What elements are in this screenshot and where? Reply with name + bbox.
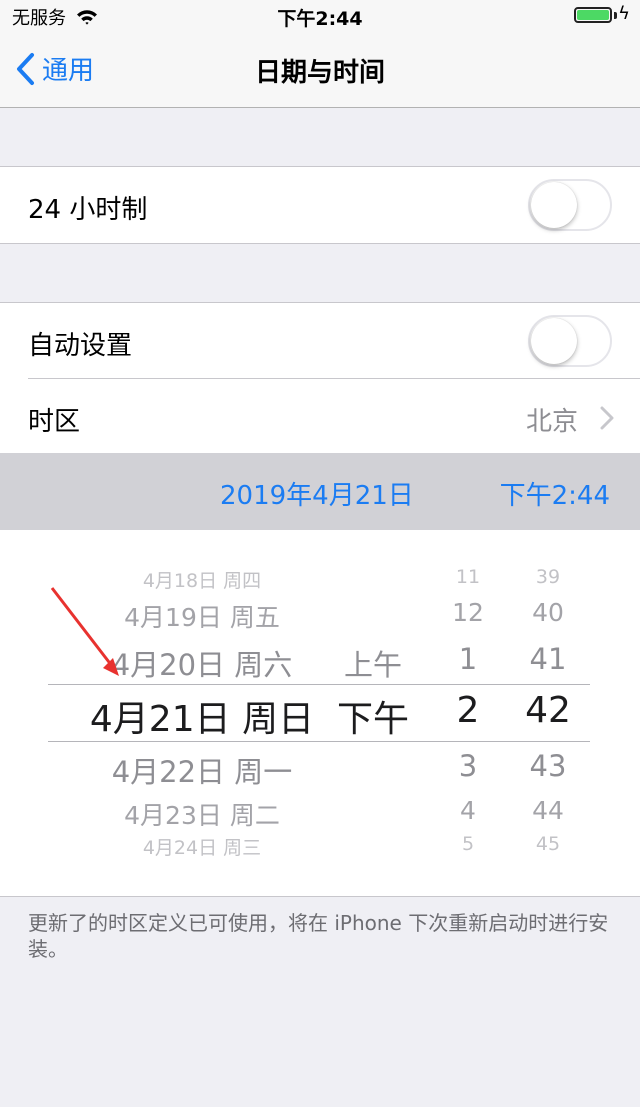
picker-row[interactable]: 4月20日 周六 上午 1 41	[0, 642, 640, 682]
cell-24-hour: 24 小时制	[0, 166, 640, 244]
picker-hour: 3	[458, 749, 478, 783]
picker-minute: 39	[535, 566, 561, 588]
cell-auto-set-label: 自动设置	[28, 331, 133, 361]
battery-cap	[614, 12, 617, 19]
cell-24-hour-label: 24 小时制	[28, 195, 148, 225]
toggle-knob	[531, 182, 577, 228]
toggle-auto-set[interactable]	[528, 315, 612, 367]
picker-hour: 11	[455, 566, 481, 588]
picker-date: 4月24日 周三	[142, 837, 262, 859]
picker-hour: 4	[460, 796, 476, 825]
selected-date[interactable]: 2019年4月21日	[220, 475, 414, 512]
page-title: 日期与时间	[254, 58, 385, 88]
footer-note: 更新了的时区定义已可使用，将在 iPhone 下次重新启动时进行安装。	[28, 911, 609, 961]
picker-date: 4月21日 周日	[89, 699, 315, 740]
cell-time-zone-label: 时区	[28, 407, 81, 437]
status-time: 下午2:44	[277, 8, 363, 30]
picker-row[interactable]: 4月22日 周一 3 43	[0, 749, 640, 789]
selected-time[interactable]: 下午2:44	[500, 475, 610, 512]
picker-date: 4月20日 周六	[111, 648, 293, 682]
picker-ampm: 下午	[336, 699, 409, 740]
picker-selection-top-line	[48, 684, 590, 685]
picker-hour: 12	[452, 598, 484, 627]
picker-row[interactable]: 4月24日 周三 5 45	[0, 833, 640, 862]
picker-minute: 42	[525, 690, 571, 731]
navigation-bar: 通用 日期与时间	[0, 34, 640, 108]
time-zone-value: 北京	[525, 407, 578, 437]
picker-minute: 43	[529, 749, 567, 783]
chevron-right-icon	[600, 406, 614, 430]
toggle-24-hour[interactable]	[528, 179, 612, 231]
cell-time-zone[interactable]: 时区 北京	[0, 379, 640, 454]
battery-fill	[577, 10, 609, 20]
picker-minute: 44	[532, 796, 564, 825]
picker-date: 4月23日 周二	[124, 801, 280, 830]
picker-minute: 40	[532, 598, 564, 627]
group-auto-time-zone: 自动设置 时区 北京	[0, 302, 640, 454]
status-bar: 无服务 下午2:44 ϟ	[0, 0, 640, 34]
picker-hour: 1	[458, 642, 478, 676]
picker-hour: 5	[461, 833, 475, 855]
picker-minute: 45	[535, 833, 561, 855]
picker-row[interactable]: 4月19日 周五 12 40	[0, 598, 640, 633]
selected-date-time-row: 2019年4月21日 下午2:44	[0, 453, 640, 530]
picker-date: 4月22日 周一	[111, 755, 293, 789]
picker-date: 4月18日 周四	[142, 570, 262, 592]
battery-icon	[574, 7, 612, 23]
toggle-knob	[531, 318, 577, 364]
charging-icon: ϟ	[618, 3, 630, 24]
picker-row[interactable]: 4月18日 周四 11 39	[0, 566, 640, 595]
picker-row[interactable]: 4月23日 周二 4 44	[0, 796, 640, 831]
date-time-picker[interactable]: 4月18日 周四 11 39 4月19日 周五 12 40 4月20日 周六 上午 1 41 4月2…	[0, 530, 640, 897]
picker-minute: 41	[529, 642, 567, 676]
picker-date: 4月19日 周五	[124, 603, 280, 632]
picker-row-selected[interactable]: 4月21日 周日 下午 2 42	[0, 690, 640, 740]
picker-ampm: 上午	[343, 648, 402, 682]
picker-hour: 2	[456, 690, 480, 731]
